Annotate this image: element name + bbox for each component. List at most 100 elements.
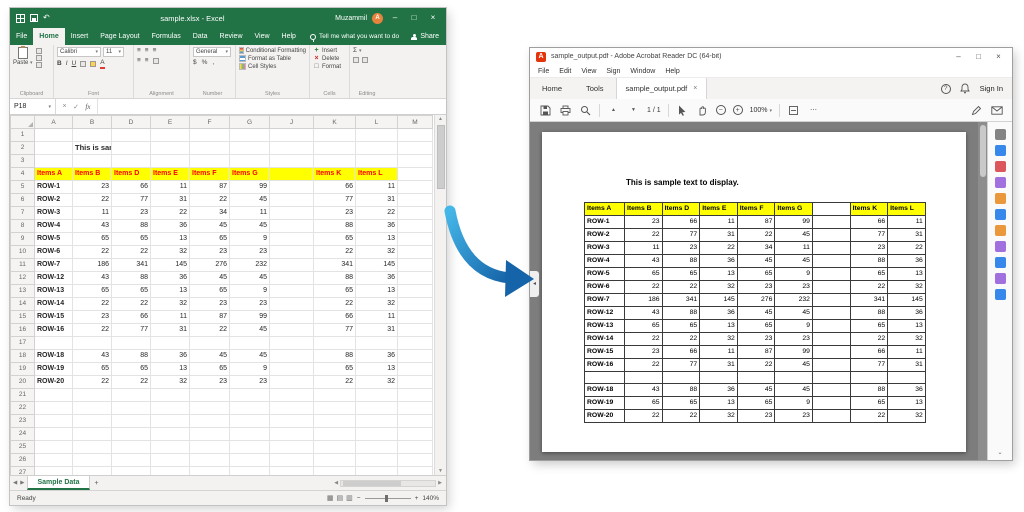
create-pdf-icon[interactable] (995, 161, 1006, 172)
cell-L23[interactable] (356, 415, 398, 428)
cell-J20[interactable] (270, 376, 314, 389)
cell-J13[interactable] (270, 285, 314, 298)
zoom-slider-thumb[interactable] (385, 495, 388, 502)
align-left-icon[interactable]: ≡ (137, 57, 141, 65)
cell-E10[interactable]: 32 (151, 246, 190, 259)
cell-M21[interactable] (398, 389, 433, 402)
cell-G26[interactable] (230, 454, 270, 467)
cell-J15[interactable] (270, 311, 314, 324)
cell-G9[interactable]: 9 (230, 233, 270, 246)
sign-in-button[interactable]: Sign In (980, 84, 1003, 93)
cell-B5[interactable]: 23 (73, 181, 112, 194)
protect-icon[interactable] (995, 257, 1006, 268)
excel-tab-home[interactable]: Home (33, 28, 64, 45)
cell-J9[interactable] (270, 233, 314, 246)
cell-D12[interactable]: 88 (112, 272, 151, 285)
cell-E25[interactable] (151, 441, 190, 454)
cell-A12[interactable]: ROW-12 (35, 272, 73, 285)
cell-E2[interactable] (151, 142, 190, 155)
row-header-14[interactable]: 14 (11, 298, 35, 311)
underline-button[interactable]: U (72, 60, 77, 68)
cell-F27[interactable] (190, 467, 230, 476)
cell-B7[interactable]: 11 (73, 207, 112, 220)
cell-F25[interactable] (190, 441, 230, 454)
cell-A19[interactable]: ROW-19 (35, 363, 73, 376)
cell-M22[interactable] (398, 402, 433, 415)
cell-J8[interactable] (270, 220, 314, 233)
tab-document[interactable]: sample_output.pdf × (616, 78, 708, 99)
cell-B17[interactable] (73, 337, 112, 350)
cell-K20[interactable]: 22 (314, 376, 356, 389)
cell-F26[interactable] (190, 454, 230, 467)
row-header-9[interactable]: 9 (11, 233, 35, 246)
sort-filter-icon[interactable] (353, 57, 359, 63)
cell-K23[interactable] (314, 415, 356, 428)
user-avatar[interactable]: A (372, 13, 383, 24)
cell-K1[interactable] (314, 129, 356, 142)
cell-L14[interactable]: 32 (356, 298, 398, 311)
cell-B14[interactable]: 22 (73, 298, 112, 311)
cell-G23[interactable] (230, 415, 270, 428)
cell-L10[interactable]: 32 (356, 246, 398, 259)
cell-L9[interactable]: 13 (356, 233, 398, 246)
undo-icon[interactable]: ↶ (43, 14, 50, 22)
align-center-icon[interactable]: ≡ (145, 57, 149, 65)
cell-F23[interactable] (190, 415, 230, 428)
bell-icon[interactable] (959, 82, 972, 95)
insert-cells-button[interactable]: +Insert (313, 47, 346, 54)
row-header-7[interactable]: 7 (11, 207, 35, 220)
italic-button[interactable]: I (66, 60, 68, 68)
cell-D19[interactable]: 65 (112, 363, 151, 376)
menu-view[interactable]: View (581, 68, 596, 75)
cell-B9[interactable]: 65 (73, 233, 112, 246)
row-header-15[interactable]: 15 (11, 311, 35, 324)
row-header-19[interactable]: 19 (11, 363, 35, 376)
hscroll-right-icon[interactable]: ▶ (438, 480, 442, 486)
save-icon[interactable] (539, 104, 552, 117)
acrobat-minimize-button[interactable]: – (951, 52, 966, 61)
cell-J17[interactable] (270, 337, 314, 350)
cell-G7[interactable]: 11 (230, 207, 270, 220)
cell-E26[interactable] (151, 454, 190, 467)
format-cells-button[interactable]: □Format (313, 63, 346, 70)
excel-tab-data[interactable]: Data (187, 28, 214, 45)
cell-J7[interactable] (270, 207, 314, 220)
zoom-in-button[interactable]: + (415, 495, 419, 502)
cell-F17[interactable] (190, 337, 230, 350)
align-middle-icon[interactable]: ≡ (145, 47, 149, 55)
cell-E15[interactable]: 11 (151, 311, 190, 324)
row-header-18[interactable]: 18 (11, 350, 35, 363)
scroll-up-icon[interactable]: ▲ (438, 115, 443, 123)
cell-E20[interactable]: 32 (151, 376, 190, 389)
cell-L2[interactable] (356, 142, 398, 155)
align-bottom-icon[interactable]: ≡ (153, 47, 157, 55)
cell-A11[interactable]: ROW-7 (35, 259, 73, 272)
cell-F9[interactable]: 65 (190, 233, 230, 246)
cell-B21[interactable] (73, 389, 112, 402)
cell-D9[interactable]: 65 (112, 233, 151, 246)
row-header-2[interactable]: 2 (11, 142, 35, 155)
cell-A21[interactable] (35, 389, 73, 402)
cell-A25[interactable] (35, 441, 73, 454)
cell-G19[interactable]: 9 (230, 363, 270, 376)
format-painter-icon[interactable] (36, 62, 42, 68)
cell-L16[interactable]: 31 (356, 324, 398, 337)
cell-A16[interactable]: ROW-16 (35, 324, 73, 337)
zoom-level[interactable]: 140% (422, 495, 439, 502)
cell-D11[interactable]: 341 (112, 259, 151, 272)
cell-B20[interactable]: 22 (73, 376, 112, 389)
cell-E16[interactable]: 31 (151, 324, 190, 337)
cell-D13[interactable]: 65 (112, 285, 151, 298)
cell-M9[interactable] (398, 233, 433, 246)
cell-K19[interactable]: 65 (314, 363, 356, 376)
cell-B3[interactable] (73, 155, 112, 168)
cell-D15[interactable]: 66 (112, 311, 151, 324)
bold-button[interactable]: B (57, 60, 62, 68)
cell-F10[interactable]: 23 (190, 246, 230, 259)
cell-B15[interactable]: 23 (73, 311, 112, 324)
fill-sign-pen-icon[interactable] (970, 104, 983, 117)
autosum-button[interactable]: Σ▾ (353, 47, 381, 55)
scroll-down-icon[interactable]: ▼ (438, 467, 443, 475)
cell-J1[interactable] (270, 129, 314, 142)
cell-F18[interactable]: 45 (190, 350, 230, 363)
